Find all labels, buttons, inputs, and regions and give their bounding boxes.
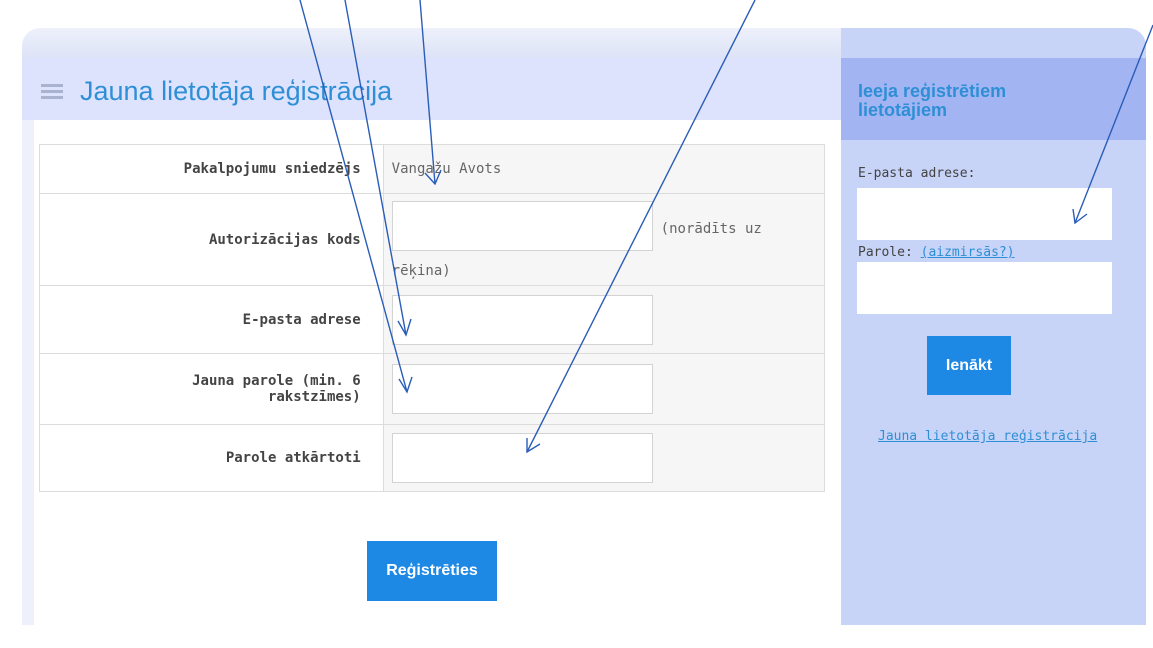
arrow-to-repeat-password	[526, 0, 756, 454]
annotation-arrows	[299, 0, 1153, 454]
arrow-to-login-email	[1072, 24, 1153, 225]
arrow-to-auth-code	[419, 0, 442, 186]
